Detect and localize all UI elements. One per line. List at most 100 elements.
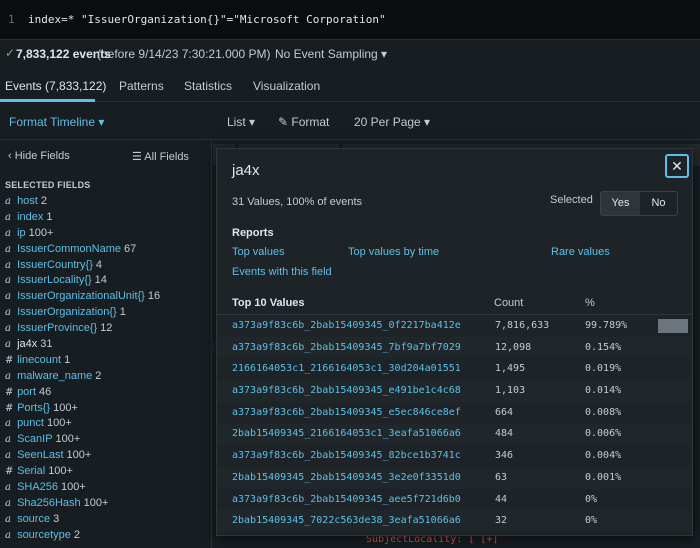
field-name[interactable]: SeenLast	[17, 449, 63, 461]
field-count: 1	[64, 353, 71, 366]
top-values-by-time-link[interactable]: Top values by time	[348, 246, 439, 258]
field-name[interactable]: ip	[17, 227, 26, 239]
field-item[interactable]: a punct 100+	[5, 416, 210, 432]
field-name[interactable]: linecount	[17, 354, 61, 366]
rare-values-link[interactable]: Rare values	[551, 246, 610, 258]
field-value-link[interactable]: a373a9f83c6b_2bab15409345_e491be1c4c68	[232, 385, 461, 396]
field-count: 100+	[28, 226, 54, 239]
list-view-dropdown[interactable]: List ▾	[227, 115, 255, 129]
field-item[interactable]: a source 3	[5, 512, 210, 528]
top-value-row[interactable]: a373a9f83c6b_2bab15409345_e5ec846ce8ef 66…	[217, 402, 692, 424]
field-type-icon: a	[5, 482, 11, 494]
field-name[interactable]: IssuerCommonName	[17, 243, 121, 255]
field-name[interactable]: Ports{}	[17, 402, 50, 414]
value-percent: 0.019%	[585, 363, 622, 375]
field-item[interactable]: a Sha256Hash 100+	[5, 496, 210, 512]
field-item[interactable]: a IssuerCountry{} 4	[5, 258, 210, 274]
field-name[interactable]: SHA256	[17, 481, 58, 493]
field-value-link[interactable]: 2bab15409345_2bab15409345_3e2e0f3351d0	[232, 472, 461, 483]
value-count: 346	[495, 450, 514, 462]
field-type-icon: a	[5, 259, 11, 271]
field-name[interactable]: ja4x	[17, 338, 37, 350]
field-item[interactable]: a malware_name 2	[5, 369, 210, 385]
field-item[interactable]: a ip 100+	[5, 226, 210, 242]
tab-visualization[interactable]: Visualization	[253, 79, 320, 93]
field-name[interactable]: source	[17, 513, 50, 525]
top-values-body: a373a9f83c6b_2bab15409345_0f2217ba412e 7,…	[217, 315, 692, 532]
field-name[interactable]: malware_name	[17, 370, 92, 382]
field-name[interactable]: port	[17, 386, 36, 398]
top-value-row[interactable]: a373a9f83c6b_2bab15409345_82bce1b3741c 34…	[217, 445, 692, 467]
field-value-link[interactable]: a373a9f83c6b_2bab15409345_aee5f721d6b0	[232, 494, 461, 505]
tab-patterns[interactable]: Patterns	[119, 79, 164, 93]
field-item[interactable]: # Ports{} 100+	[5, 401, 210, 417]
field-name[interactable]: index	[17, 211, 43, 223]
field-name[interactable]: punct	[17, 417, 44, 429]
field-count: 14	[94, 274, 107, 287]
top-value-row[interactable]: 2bab15409345_7022c563de38_3eafa51066a6 32…	[217, 510, 692, 532]
value-percent: 0.154%	[585, 341, 622, 353]
field-value-link[interactable]: a373a9f83c6b_2bab15409345_82bce1b3741c	[232, 450, 461, 461]
field-item[interactable]: a IssuerCommonName 67	[5, 242, 210, 258]
field-name[interactable]: ScanIP	[17, 433, 52, 445]
top-value-row[interactable]: 2bab15409345_2166164053c1_3eafa51066a6 48…	[217, 423, 692, 446]
field-item[interactable]: a ja4x 31	[5, 337, 210, 353]
field-value-link[interactable]: 2bab15409345_7022c563de38_3eafa51066a6	[232, 515, 461, 526]
top-value-row[interactable]: a373a9f83c6b_2bab15409345_0f2217ba412e 7,…	[217, 315, 692, 337]
field-item[interactable]: a sourcetype 2	[5, 528, 210, 544]
field-count: 100+	[83, 496, 109, 509]
field-item[interactable]: # linecount 1	[5, 353, 210, 369]
field-item[interactable]: a SHA256 100+	[5, 480, 210, 496]
selected-no-button[interactable]: No	[640, 192, 677, 215]
field-type-icon: a	[5, 291, 11, 303]
top-value-row[interactable]: a373a9f83c6b_2bab15409345_e491be1c4c68 1,…	[217, 380, 692, 402]
field-item[interactable]: a IssuerLocality{} 14	[5, 273, 210, 289]
field-value-link[interactable]: 2bab15409345_2166164053c1_3eafa51066a6	[232, 428, 461, 439]
format-timeline-dropdown[interactable]: Format Timeline ▾	[9, 115, 104, 129]
all-fields-button[interactable]: ☰ All Fields	[132, 150, 189, 163]
tab-statistics[interactable]: Statistics	[184, 79, 232, 93]
field-item[interactable]: a IssuerOrganization{} 1	[5, 305, 210, 321]
value-percent: 0%	[585, 515, 598, 527]
field-value-link[interactable]: 2166164053c1_2166164053c1_30d204a01551	[232, 363, 461, 374]
format-button[interactable]: ✎ Format	[278, 115, 329, 129]
field-item[interactable]: # port 46	[5, 385, 210, 401]
selected-yes-button[interactable]: Yes	[601, 192, 640, 215]
field-value-link[interactable]: a373a9f83c6b_2bab15409345_e5ec846ce8ef	[232, 407, 461, 418]
field-name[interactable]: sourcetype	[17, 529, 71, 541]
field-name[interactable]: IssuerProvince{}	[17, 322, 97, 334]
per-page-dropdown[interactable]: 20 Per Page ▾	[354, 115, 430, 129]
field-item[interactable]: # Serial 100+	[5, 464, 210, 480]
field-item[interactable]: a SeenLast 100+	[5, 448, 210, 464]
field-item[interactable]: a IssuerOrganizationalUnit{} 16	[5, 289, 210, 305]
field-item[interactable]: a index 1	[5, 210, 210, 226]
events-with-field-link[interactable]: Events with this field	[232, 266, 332, 278]
hide-fields-button[interactable]: ‹ Hide Fields	[8, 150, 70, 162]
search-query-bar[interactable]: 1 index=* "IssuerOrganization{}"="Micros…	[0, 0, 700, 40]
top-value-row[interactable]: 2bab15409345_2bab15409345_3e2e0f3351d0 63…	[217, 466, 692, 489]
column-header-percent: %	[585, 297, 595, 309]
field-value-link[interactable]: a373a9f83c6b_2bab15409345_0f2217ba412e	[232, 320, 461, 331]
top-values-link[interactable]: Top values	[232, 246, 285, 258]
close-icon[interactable]: ✕	[665, 154, 689, 178]
top-value-row[interactable]: 2166164053c1_2166164053c1_30d204a01551 1,…	[217, 358, 692, 380]
field-name[interactable]: IssuerLocality{}	[17, 274, 92, 286]
top-value-row[interactable]: a373a9f83c6b_2bab15409345_7bf9a7bf7029 12…	[217, 336, 692, 359]
field-name[interactable]: host	[17, 195, 38, 207]
field-value-link[interactable]: a373a9f83c6b_2bab15409345_7bf9a7bf7029	[232, 342, 461, 353]
field-item[interactable]: a IssuerProvince{} 12	[5, 321, 210, 337]
field-type-icon: a	[5, 307, 11, 319]
event-sampling-dropdown[interactable]: No Event Sampling ▾	[275, 47, 387, 61]
top-value-row[interactable]: a373a9f83c6b_2bab15409345_aee5f721d6b0 44…	[217, 489, 692, 511]
field-name[interactable]: IssuerOrganizationalUnit{}	[17, 290, 145, 302]
search-query-text[interactable]: index=* "IssuerOrganization{}"="Microsof…	[28, 13, 386, 26]
selected-fields-heading: SELECTED FIELDS	[5, 180, 91, 190]
field-item[interactable]: a host 2	[5, 194, 210, 210]
field-name[interactable]: IssuerCountry{}	[17, 259, 93, 271]
tab-events[interactable]: Events (7,833,122)	[5, 79, 106, 93]
field-item[interactable]: a ScanIP 100+	[5, 432, 210, 448]
field-name[interactable]: Sha256Hash	[17, 497, 81, 509]
field-name[interactable]: Serial	[17, 465, 45, 477]
field-count: 100+	[66, 449, 92, 462]
field-name[interactable]: IssuerOrganization{}	[17, 306, 117, 318]
